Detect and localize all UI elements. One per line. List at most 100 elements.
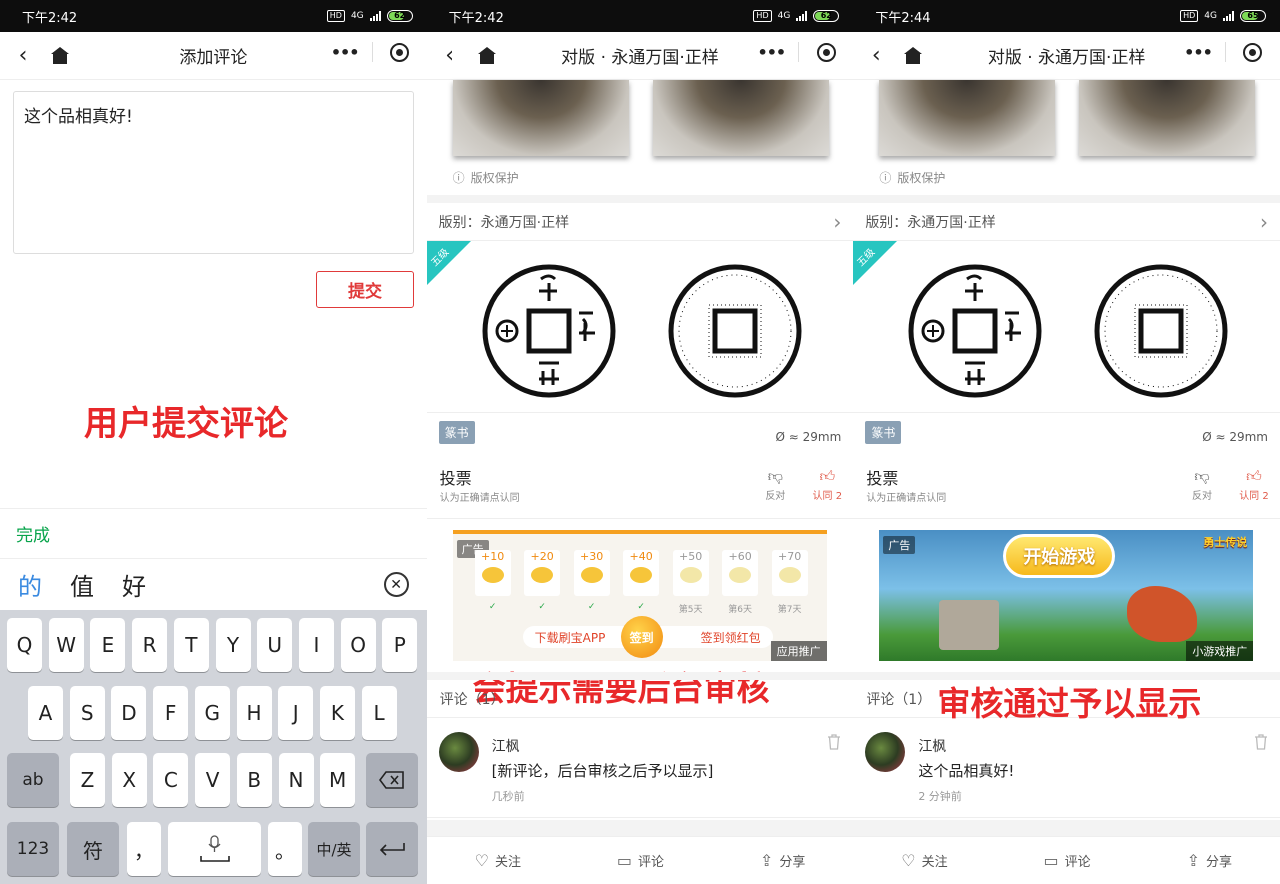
key-j[interactable]: J bbox=[278, 686, 314, 740]
space-key[interactable] bbox=[168, 822, 261, 876]
ad-banner[interactable]: 广告 +10 ✓ +20 ✓ +30 ✓ +40 ✓ +50 第5天 +60 第6天 +70 第7天 下载… bbox=[452, 530, 827, 661]
back-icon[interactable]: ‹ bbox=[427, 43, 473, 68]
key-a[interactable]: A bbox=[28, 686, 63, 740]
comment-icon: ▭ bbox=[1043, 851, 1059, 870]
enter-key[interactable] bbox=[366, 822, 418, 876]
back-icon[interactable]: ‹ bbox=[0, 43, 46, 68]
key-v[interactable]: V bbox=[195, 753, 231, 807]
coin-rubbing-front[interactable] bbox=[479, 261, 619, 401]
comment-input[interactable]: 这个品相真好! bbox=[13, 91, 414, 254]
done-button[interactable]: 完成 bbox=[16, 521, 50, 546]
key-d[interactable]: D bbox=[111, 686, 147, 740]
coin-photo-front[interactable] bbox=[879, 80, 1056, 156]
start-game-button[interactable]: 开始游戏 bbox=[1003, 534, 1116, 578]
ad-banner[interactable]: 广告 开始游戏 勇士传说 小游戏推广 bbox=[879, 530, 1254, 661]
close-miniprogram-icon[interactable] bbox=[373, 42, 427, 62]
key-s[interactable]: S bbox=[69, 686, 105, 740]
close-miniprogram-icon[interactable] bbox=[799, 42, 853, 62]
key-t[interactable]: T bbox=[173, 618, 209, 672]
candidate-item[interactable]: 的 bbox=[18, 567, 42, 602]
coin-photo-front[interactable] bbox=[452, 80, 629, 156]
dragon-illustration bbox=[1127, 586, 1198, 642]
language-key[interactable]: 中/英 bbox=[308, 822, 360, 876]
key-g[interactable]: G bbox=[194, 686, 230, 740]
comment-author[interactable]: 江枫 bbox=[918, 736, 946, 756]
more-icon[interactable]: ••• bbox=[318, 43, 372, 62]
overlay-caption: 用户提交评论 bbox=[84, 404, 288, 444]
home-icon[interactable] bbox=[473, 47, 501, 64]
trash-icon[interactable] bbox=[1254, 734, 1268, 754]
coin-photo-back[interactable] bbox=[1079, 80, 1256, 156]
trash-icon[interactable] bbox=[827, 734, 841, 754]
reward-card: +10 bbox=[474, 550, 511, 596]
more-icon[interactable]: ••• bbox=[1171, 43, 1225, 62]
share-button[interactable]: ⇪ 分享 bbox=[760, 851, 805, 870]
key-x[interactable]: X bbox=[111, 753, 147, 807]
key-y[interactable]: Y bbox=[215, 618, 251, 672]
coin-rubbing-back[interactable] bbox=[665, 261, 805, 401]
key-r[interactable]: R bbox=[132, 618, 168, 672]
avatar[interactable] bbox=[865, 732, 906, 772]
coin-rubbing-front[interactable] bbox=[905, 261, 1045, 401]
version-row[interactable]: 版别：永通万国·正样 › bbox=[426, 203, 854, 241]
network-icon: 4G bbox=[350, 11, 364, 21]
key-k[interactable]: K bbox=[319, 686, 355, 740]
comma-key[interactable]: ， bbox=[127, 822, 161, 876]
more-icon[interactable]: ••• bbox=[744, 43, 798, 62]
home-icon[interactable] bbox=[46, 47, 74, 64]
key-p[interactable]: P bbox=[382, 618, 418, 672]
key-l[interactable]: L bbox=[361, 686, 397, 740]
check-icon: ✓ bbox=[587, 602, 596, 612]
comment-button[interactable]: ▭ 评论 bbox=[617, 851, 664, 870]
back-icon[interactable]: ‹ bbox=[853, 43, 899, 68]
key-q[interactable]: Q bbox=[7, 618, 42, 672]
agree-button[interactable]: 👍︎ 认同 2 bbox=[1234, 465, 1274, 502]
key-n[interactable]: N bbox=[278, 753, 314, 807]
key-f[interactable]: F bbox=[153, 686, 189, 740]
oppose-button[interactable]: 👎︎ 反对 bbox=[755, 465, 795, 502]
comment-button[interactable]: ▭ 评论 bbox=[1044, 851, 1091, 870]
key-o[interactable]: O bbox=[340, 618, 376, 672]
clear-candidates-icon[interactable]: ✕ bbox=[383, 572, 409, 597]
thumb-down-icon: 👎︎ bbox=[767, 467, 783, 485]
comment-body: 这个品相真好! bbox=[918, 762, 1015, 780]
version-label: 版别：永通万国·正样 bbox=[438, 214, 570, 231]
submit-button[interactable]: 提交 bbox=[316, 271, 414, 308]
divider bbox=[853, 195, 1280, 203]
key-u[interactable]: U bbox=[257, 618, 293, 672]
diameter-label: Ø ≈ 29mm bbox=[775, 430, 842, 444]
follow-button[interactable]: ♡ 关注 bbox=[475, 851, 521, 870]
castle-illustration bbox=[939, 600, 1000, 650]
key-c[interactable]: C bbox=[153, 753, 189, 807]
home-icon[interactable] bbox=[899, 47, 927, 64]
key-e[interactable]: E bbox=[90, 618, 126, 672]
version-row[interactable]: 版别：永通万国·正样 › bbox=[853, 203, 1280, 241]
key-w[interactable]: W bbox=[48, 618, 84, 672]
comment-author[interactable]: 江枫 bbox=[492, 736, 520, 756]
signin-button[interactable]: 签到 bbox=[620, 616, 663, 658]
shift-key[interactable]: ab bbox=[7, 753, 59, 807]
key-h[interactable]: H bbox=[236, 686, 272, 740]
agree-button[interactable]: 👍︎ 认同 2 bbox=[807, 465, 847, 502]
key-b[interactable]: B bbox=[236, 753, 272, 807]
coin-photo-back[interactable] bbox=[652, 80, 829, 156]
symbols-key[interactable]: 符 bbox=[67, 822, 119, 876]
candidate-item[interactable]: 值 bbox=[70, 567, 94, 602]
avatar[interactable] bbox=[438, 732, 479, 772]
numbers-key[interactable]: 123 bbox=[7, 822, 59, 876]
key-z[interactable]: Z bbox=[70, 753, 105, 807]
coin-icon bbox=[580, 567, 603, 583]
close-miniprogram-icon[interactable] bbox=[1226, 42, 1280, 62]
day-label: 第6天 bbox=[728, 605, 753, 615]
status-bar: 下午2:44 HD 4G 65 bbox=[853, 0, 1280, 32]
key-m[interactable]: M bbox=[320, 753, 356, 807]
backspace-key[interactable] bbox=[366, 753, 418, 807]
ad-type-tag: 应用推广 bbox=[770, 641, 827, 661]
period-key[interactable]: 。 bbox=[268, 822, 302, 876]
coin-rubbing-back[interactable] bbox=[1091, 261, 1231, 401]
key-i[interactable]: I bbox=[298, 618, 334, 672]
oppose-button[interactable]: 👎︎ 反对 bbox=[1182, 465, 1222, 502]
follow-button[interactable]: ♡ 关注 bbox=[901, 851, 947, 870]
candidate-item[interactable]: 好 bbox=[122, 567, 146, 602]
share-button[interactable]: ⇪ 分享 bbox=[1187, 851, 1232, 870]
